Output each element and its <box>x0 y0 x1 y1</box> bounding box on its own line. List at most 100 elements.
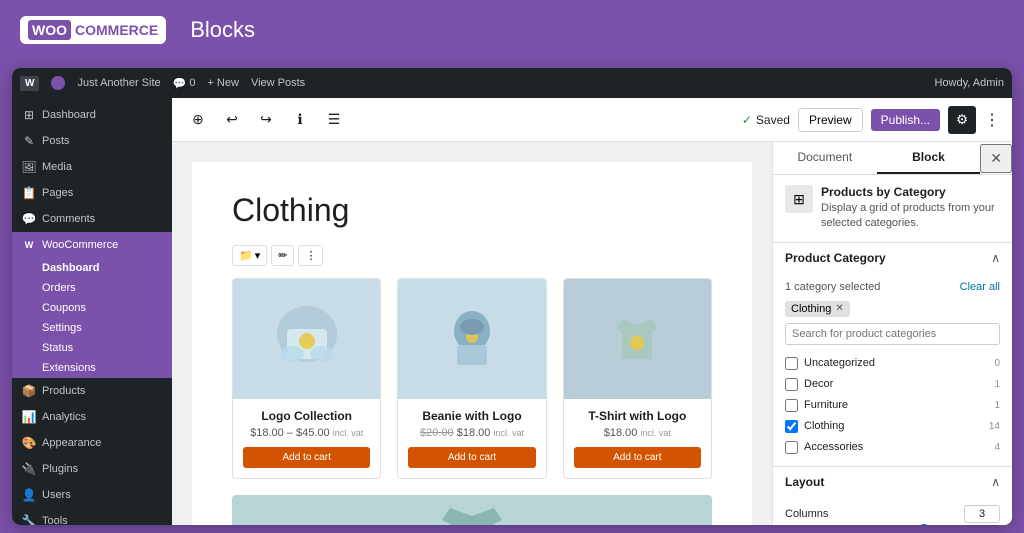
sidebar-item-appearance[interactable]: 🎨 Appearance <box>12 430 172 456</box>
product-card-1: Logo Collection $18.00 – $45.00 incl. va… <box>232 278 381 479</box>
plus-icon: ⊕ <box>192 111 204 128</box>
add-to-cart-2[interactable]: Add to cart <box>408 447 535 468</box>
bottom-product-svg <box>422 500 522 525</box>
list-view-button[interactable]: ☰ <box>320 106 348 134</box>
product-svg-3 <box>592 299 682 379</box>
sidebar-label-posts: Posts <box>42 135 70 147</box>
product-category-header[interactable]: Product Category ∧ <box>773 243 1012 273</box>
sidebar-item-woocommerce[interactable]: W WooCommerce <box>12 232 172 258</box>
sidebar-item-status[interactable]: Status <box>32 338 172 358</box>
undo-button[interactable]: ↩ <box>218 106 246 134</box>
clothing-checkbox[interactable] <box>785 420 798 433</box>
price-suffix-3: incl. vat <box>640 428 671 438</box>
sidebar-item-media[interactable]: 🖼 Media <box>12 154 172 180</box>
woocommerce-submenu: Dashboard Orders Coupons Settings <box>12 258 172 378</box>
clothing-tag: Clothing ✕ <box>785 301 850 317</box>
sidebar-item-woo-dashboard[interactable]: Dashboard <box>32 258 172 278</box>
pencil-icon: ✏ <box>278 249 287 262</box>
view-posts-link[interactable]: View Posts <box>251 77 305 89</box>
tab-block[interactable]: Block <box>877 142 981 174</box>
wp-admin-bar: W Just Another Site 💬 0 + New View Posts… <box>12 68 1012 98</box>
uncategorized-checkbox[interactable] <box>785 357 798 370</box>
more-options-button[interactable]: ⋮ <box>984 110 1000 130</box>
comment-bubble-icon: 💬 <box>173 77 187 90</box>
publish-button[interactable]: Publish... <box>871 109 940 131</box>
saved-status: ✓ Saved <box>742 113 790 127</box>
editor-toolbar: ⊕ ↩ ↪ ℹ ☰ <box>172 98 1012 142</box>
settings-button[interactable]: ⚙ <box>948 106 976 134</box>
block-more-button[interactable]: ⋮ <box>298 245 323 266</box>
product-info-1: Logo Collection $18.00 – $45.00 incl. va… <box>233 399 380 478</box>
sidebar-label-woo-settings: Settings <box>42 322 82 334</box>
comments-link[interactable]: 💬 0 <box>173 77 196 90</box>
site-name-link[interactable]: Just Another Site <box>77 77 160 89</box>
tab-document[interactable]: Document <box>773 142 877 174</box>
sidebar-item-plugins[interactable]: 🔌 Plugins <box>12 456 172 482</box>
layout-chevron-icon: ∧ <box>991 475 1000 489</box>
price-suffix-2: incl. vat <box>493 428 524 438</box>
block-info: ⊞ Products by Category Display a grid of… <box>773 175 1012 243</box>
more-dots-icon: ⋮ <box>305 249 316 262</box>
redo-button[interactable]: ↪ <box>252 106 280 134</box>
furniture-checkbox[interactable] <box>785 399 798 412</box>
dashboard-icon: ⊞ <box>22 108 36 122</box>
block-description: Display a grid of products from your sel… <box>821 201 1000 232</box>
remove-clothing-tag-button[interactable]: ✕ <box>835 303 843 314</box>
right-panel: Document Block ✕ ⊞ Prod <box>772 142 1012 525</box>
sidebar-item-users[interactable]: 👤 Users <box>12 482 172 508</box>
add-to-cart-3[interactable]: Add to cart <box>574 447 701 468</box>
sidebar-item-tools[interactable]: 🔧 Tools <box>12 508 172 525</box>
sidebar-item-coupons[interactable]: Coupons <box>32 298 172 318</box>
block-type-button[interactable]: 📁 ▾ <box>232 245 267 266</box>
editor-layout: ⊞ Dashboard ✎ Posts 🖼 Media 📋 Pages <box>12 98 1012 525</box>
sidebar-item-analytics[interactable]: 📊 Analytics <box>12 404 172 430</box>
sidebar-label-plugins: Plugins <box>42 463 78 475</box>
decor-checkbox[interactable] <box>785 378 798 391</box>
grid-icon: ⊞ <box>793 191 805 208</box>
sidebar-item-extensions[interactable]: Extensions <box>32 358 172 378</box>
editor-area: ⊕ ↩ ↪ ℹ ☰ <box>172 98 1012 525</box>
analytics-icon: 📊 <box>22 410 36 424</box>
posts-icon: ✎ <box>22 134 36 148</box>
block-edit-button[interactable]: ✏ <box>271 245 294 266</box>
category-item-decor: Decor 1 <box>785 374 1000 395</box>
accessories-checkbox[interactable] <box>785 441 798 454</box>
product-info-3: T-Shirt with Logo $18.00 incl. vat Add t… <box>564 399 711 478</box>
sidebar-item-pages[interactable]: 📋 Pages <box>12 180 172 206</box>
sidebar-item-woo-settings[interactable]: Settings <box>32 318 172 338</box>
sidebar-label-analytics: Analytics <box>42 411 86 423</box>
layout-header[interactable]: Layout ∧ <box>773 467 1012 497</box>
category-item-furniture: Furniture 1 <box>785 395 1000 416</box>
close-icon: ✕ <box>990 150 1002 166</box>
sidebar-item-orders[interactable]: Orders <box>32 278 172 298</box>
new-link[interactable]: + New <box>207 77 239 89</box>
sidebar-item-comments[interactable]: 💬 Comments <box>12 206 172 232</box>
add-to-cart-1[interactable]: Add to cart <box>243 447 370 468</box>
product-image-3 <box>564 279 711 399</box>
close-panel-button[interactable]: ✕ <box>980 144 1012 173</box>
columns-slider-thumb[interactable] <box>918 524 930 525</box>
gear-icon: ⚙ <box>956 112 968 128</box>
sidebar-item-posts[interactable]: ✎ Posts <box>12 128 172 154</box>
sidebar-item-products[interactable]: 📦 Products <box>12 378 172 404</box>
info-button[interactable]: ℹ <box>286 106 314 134</box>
category-search-input[interactable] <box>785 323 1000 345</box>
sidebar-item-dashboard[interactable]: ⊞ Dashboard <box>12 102 172 128</box>
block-inserter-button[interactable]: ⊕ <box>184 106 212 134</box>
layout-content: Columns 3 Rows <box>773 497 1012 525</box>
decor-count: 1 <box>994 379 1000 390</box>
woocommerce-menu-group: W WooCommerce Dashboard Orders Coupon <box>12 232 172 378</box>
comment-count: 0 <box>189 77 195 89</box>
price-range-1: $18.00 – $45.00 <box>250 427 330 439</box>
product-category-section: Product Category ∧ 1 category selected C… <box>773 243 1012 467</box>
toolbar-right: ✓ Saved Preview Publish... ⚙ ⋮ <box>742 106 1000 134</box>
clear-all-link[interactable]: Clear all <box>960 281 1000 293</box>
preview-button[interactable]: Preview <box>798 108 863 132</box>
clothing-tag-label: Clothing <box>791 303 831 315</box>
page-title: Blocks <box>190 17 255 43</box>
block-name-label: Products by Category <box>821 185 1000 199</box>
product-category-title: Product Category <box>785 251 886 265</box>
app-header: WOO COMMERCE Blocks <box>0 0 1024 60</box>
columns-label: Columns <box>785 508 828 520</box>
sidebar-label-users: Users <box>42 489 71 501</box>
